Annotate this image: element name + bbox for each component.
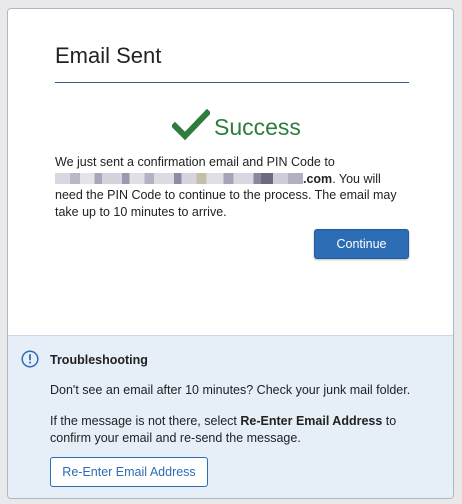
email-domain-suffix: .com (303, 171, 333, 186)
confirmation-message: We just sent a confirmation email and PI… (55, 154, 411, 220)
reenter-instructions-start: If the message is not there, select (50, 414, 241, 428)
success-indicator: Success (172, 101, 301, 141)
page-title: Email Sent (55, 43, 162, 68)
email-sent-dialog: Email Sent Success We just sent a confir… (7, 8, 454, 499)
checkmark-icon (172, 109, 210, 141)
title-divider (55, 82, 409, 83)
info-circle-icon (21, 350, 39, 368)
troubleshooting-heading: Troubleshooting (50, 353, 148, 367)
message-text-start: We just sent a confirmation email and PI… (55, 155, 335, 169)
redacted-email (55, 172, 303, 184)
reenter-instructions-emphasis: Re-Enter Email Address (240, 414, 383, 428)
reenter-email-button[interactable]: Re-Enter Email Address (50, 457, 208, 487)
success-label: Success (214, 114, 301, 140)
continue-button[interactable]: Continue (314, 229, 409, 259)
junk-mail-hint: Don't see an email after 10 minutes? Che… (50, 383, 411, 397)
reenter-instructions: If the message is not there, select Re-E… (50, 413, 420, 446)
troubleshooting-panel: Troubleshooting Don't see an email after… (8, 335, 453, 498)
